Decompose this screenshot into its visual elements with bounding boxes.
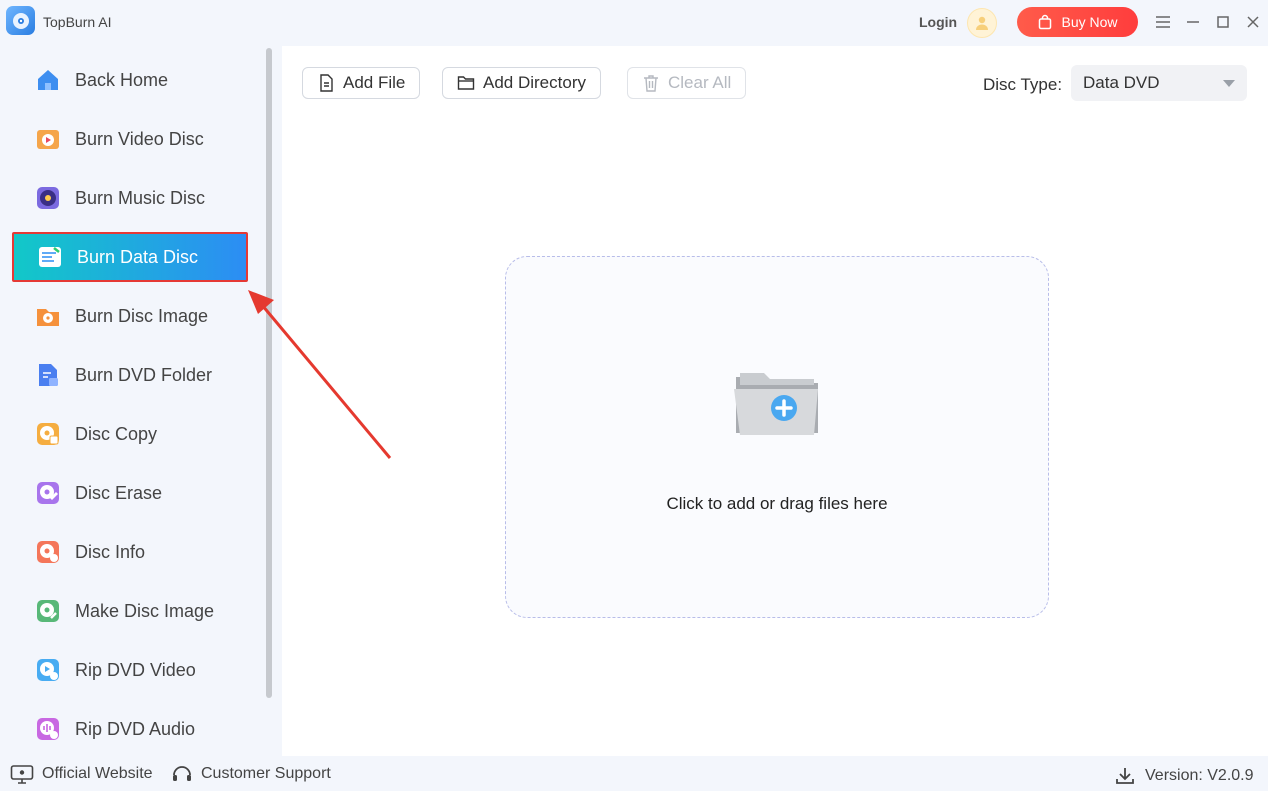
chevron-down-icon	[1223, 80, 1235, 87]
clear-all-button[interactable]: Clear All	[627, 67, 747, 99]
monitor-icon	[10, 765, 34, 784]
folder-icon	[457, 76, 475, 90]
customer-support-link[interactable]: Customer Support	[171, 764, 331, 784]
sidebar-item-label: Back Home	[75, 69, 169, 90]
sidebar-item-disc-erase[interactable]: Disc Erase	[12, 468, 248, 518]
main-panel: Add File Add Directory Clear All Disc Ty…	[282, 46, 1268, 756]
app-title: TopBurn AI	[43, 14, 112, 30]
disc-erase-icon	[34, 479, 62, 507]
login-link[interactable]: Login	[919, 14, 957, 30]
sidebar-item-burn-dvd-folder[interactable]: Burn DVD Folder	[12, 350, 248, 400]
minimize-icon[interactable]	[1183, 12, 1203, 32]
sidebar-item-label: Make Disc Image	[75, 600, 215, 621]
music-disc-icon	[34, 184, 62, 212]
app-logo-icon	[6, 6, 35, 35]
disc-image-icon	[34, 302, 62, 330]
sidebar: Back Home Burn Video Disc Burn Music Dis…	[0, 44, 280, 756]
sidebar-item-label: Burn Disc Image	[75, 305, 209, 326]
headset-icon	[173, 766, 191, 781]
dvd-folder-icon	[34, 361, 62, 389]
customer-support-label: Customer Support	[201, 765, 331, 782]
sidebar-item-make-disc-image[interactable]: Make Disc Image	[12, 586, 248, 636]
sidebar-item-label: Rip DVD Video	[75, 659, 196, 680]
sidebar-item-label: Burn Video Disc	[75, 128, 204, 149]
add-file-label: Add File	[343, 73, 406, 92]
official-website-link[interactable]: Official Website	[10, 764, 153, 784]
sidebar-item-rip-dvd-audio[interactable]: Rip DVD Audio	[12, 704, 248, 754]
add-folder-icon	[734, 373, 818, 435]
rip-video-icon	[34, 656, 62, 684]
add-directory-label: Add Directory	[483, 73, 586, 92]
sidebar-item-label: Rip DVD Audio	[75, 718, 196, 739]
disc-type-label: Disc Type:	[983, 75, 1063, 94]
sidebar-item-burn-data-disc[interactable]: Burn Data Disc	[12, 232, 248, 282]
dropzone-text: Click to add or drag files here	[666, 494, 888, 513]
maximize-icon[interactable]	[1213, 12, 1233, 32]
footer: Official Website Customer Support Versio…	[0, 756, 1268, 791]
add-file-button[interactable]: Add File	[302, 67, 421, 99]
sidebar-item-rip-dvd-video[interactable]: Rip DVD Video	[12, 645, 248, 695]
download-icon[interactable]	[1115, 767, 1135, 785]
home-icon	[34, 66, 62, 94]
disc-type-value: Data DVD	[1083, 73, 1160, 92]
user-icon	[976, 16, 988, 30]
disc-info-icon	[34, 538, 62, 566]
sidebar-item-burn-video-disc[interactable]: Burn Video Disc	[12, 114, 248, 164]
sidebar-item-label: Disc Erase	[75, 482, 163, 503]
data-disc-icon	[36, 243, 64, 271]
sidebar-item-disc-info[interactable]: Disc Info	[12, 527, 248, 577]
disc-type-select[interactable]: Data DVD	[1071, 65, 1247, 101]
sidebar-item-label: Burn Data Disc	[77, 246, 199, 267]
sidebar-item-label: Disc Copy	[75, 423, 158, 444]
trash-icon	[644, 75, 658, 92]
official-website-label: Official Website	[42, 765, 153, 782]
disc-copy-icon	[34, 420, 62, 448]
menu-icon[interactable]	[1153, 12, 1173, 32]
buy-now-label: Buy Now	[1061, 14, 1118, 30]
title-bar: TopBurn AI Login Buy Now	[0, 0, 1268, 44]
make-disc-image-icon	[34, 597, 62, 625]
version-label: Version: V2.0.9	[1145, 767, 1254, 784]
sidebar-item-disc-copy[interactable]: Disc Copy	[12, 409, 248, 459]
sidebar-item-burn-music-disc[interactable]: Burn Music Disc	[12, 173, 248, 223]
sidebar-item-label: Burn Music Disc	[75, 187, 206, 208]
add-directory-button[interactable]: Add Directory	[442, 67, 601, 99]
sidebar-item-label: Burn DVD Folder	[75, 364, 213, 385]
buy-now-button[interactable]: Buy Now	[1017, 7, 1138, 37]
file-icon	[320, 74, 333, 92]
shopping-bag-icon	[1039, 14, 1052, 30]
video-disc-icon	[34, 125, 62, 153]
file-dropzone[interactable]: Click to add or drag files here	[505, 256, 1049, 618]
sidebar-item-back-home[interactable]: Back Home	[12, 55, 248, 105]
sidebar-scrollbar[interactable]	[266, 48, 272, 698]
avatar[interactable]	[967, 8, 997, 38]
clear-all-label: Clear All	[668, 73, 732, 92]
sidebar-item-label: Disc Info	[75, 541, 146, 562]
close-icon[interactable]	[1243, 12, 1263, 32]
rip-audio-icon	[34, 715, 62, 743]
sidebar-item-burn-disc-image[interactable]: Burn Disc Image	[12, 291, 248, 341]
version-info: Version: V2.0.9	[1115, 767, 1254, 785]
